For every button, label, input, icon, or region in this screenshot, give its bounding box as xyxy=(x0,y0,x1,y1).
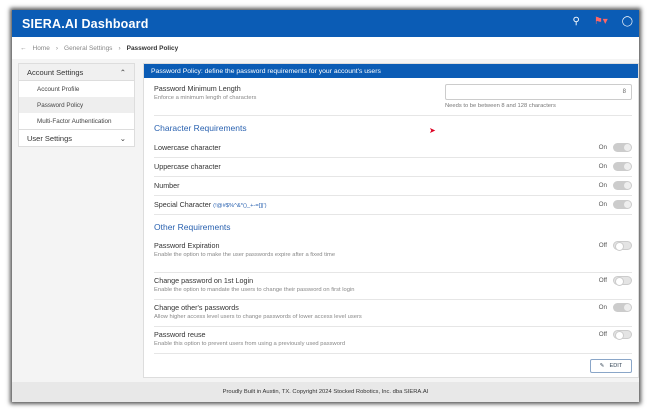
min-length-row: Password Minimum Length Enforce a minimum… xyxy=(154,78,632,116)
chevron-right-icon: › xyxy=(118,44,121,52)
requirement-label: Password Expiration xyxy=(154,241,220,250)
toggle-state-label: On xyxy=(598,201,607,208)
toggle-state-label: On xyxy=(598,304,607,311)
toggle-switch[interactable] xyxy=(613,303,632,312)
min-length-input[interactable]: 8 xyxy=(445,84,632,100)
other-requirement-row: Password reuse Enable this option to prev… xyxy=(154,327,632,354)
app-title: SIERA.AI Dashboard xyxy=(22,16,149,31)
toggle-state-label: Off xyxy=(598,277,607,284)
requirement-label: Lowercase character xyxy=(154,143,221,152)
breadcrumb-general-settings[interactable]: General Settings xyxy=(64,45,112,52)
edit-button[interactable]: ✎ EDIT xyxy=(590,359,632,373)
panel-banner: Password Policy: define the password req… xyxy=(144,64,638,78)
breadcrumb-current: Password Policy xyxy=(126,44,179,52)
chevron-right-icon: › xyxy=(55,44,59,52)
character-requirement-row: Uppercase character On xyxy=(154,158,632,177)
footer: Proudly Built in Austin, TX. Copyright 2… xyxy=(12,382,639,402)
toggle-switch[interactable] xyxy=(613,276,632,286)
requirement-desc: Enable the option to mandate the users t… xyxy=(154,287,355,293)
requirement-label: Change other's passwords xyxy=(154,303,239,312)
breadcrumb: ← Home › General Settings › Password Polic… xyxy=(12,37,639,59)
mouse-cursor-icon: ➤ xyxy=(429,126,436,135)
toggle-switch[interactable] xyxy=(613,241,632,251)
requirement-label: Change password on 1st Login xyxy=(154,276,254,285)
toggle-state-label: Off xyxy=(598,331,607,338)
toggle-state-label: Off xyxy=(598,242,607,249)
min-length-label: Password Minimum Length xyxy=(154,84,241,93)
help-icon[interactable]: ◯ xyxy=(622,16,633,27)
character-requirement-row: Lowercase character On xyxy=(154,139,632,158)
toggle-switch[interactable] xyxy=(613,200,632,209)
requirement-desc: Enable this option to prevent users from… xyxy=(154,341,346,347)
sidebar-section-user-settings[interactable]: User Settings ⌄ xyxy=(19,129,134,146)
toggle-switch[interactable] xyxy=(613,162,632,171)
other-requirement-row: Change password on 1st Login Enable the o… xyxy=(154,273,632,300)
toggle-state-label: On xyxy=(598,163,607,170)
chevron-up-icon: ⌃ xyxy=(119,67,126,77)
requirement-label: Password reuse xyxy=(154,330,206,339)
lightbulb-icon[interactable]: ⚲ xyxy=(572,16,579,27)
edit-label: EDIT xyxy=(609,363,623,369)
section-label: Account Settings xyxy=(27,67,84,77)
requirement-label: Number xyxy=(154,181,180,190)
password-policy-panel: Password Policy: define the password req… xyxy=(143,63,639,378)
back-arrow-icon[interactable]: ← xyxy=(20,45,27,52)
sidebar-item-password-policy[interactable]: Password Policy xyxy=(19,97,134,113)
edit-icon: ✎ xyxy=(599,363,605,369)
sidebar-section-account-settings[interactable]: Account Settings ⌃ xyxy=(19,64,134,81)
character-requirement-row: Special Character (!@#$%^&*()_+-=[]|') On xyxy=(154,196,632,215)
toggle-state-label: On xyxy=(598,144,607,151)
toggle-state-label: On xyxy=(598,182,607,189)
min-length-desc: Enforce a minimum length of characters xyxy=(154,95,257,101)
other-requirements-heading: Other Requirements xyxy=(154,222,231,232)
other-requirement-row: Change other's passwords Allow higher acc… xyxy=(154,300,632,327)
sidebar-item-mfa[interactable]: Multi-Factor Authentication xyxy=(19,113,134,129)
breadcrumb-home[interactable]: Home xyxy=(33,45,50,52)
requirement-label: Uppercase character xyxy=(154,162,221,171)
section-label: User Settings xyxy=(27,133,73,143)
min-length-hint: Needs to be between 8 and 128 characters xyxy=(445,103,556,109)
top-bar: SIERA.AI Dashboard ⚲ ⚑▾ ◯ xyxy=(12,10,639,37)
toggle-switch[interactable] xyxy=(613,143,632,152)
chevron-down-icon: ⌄ xyxy=(119,133,126,143)
sidebar-item-account-profile[interactable]: Account Profile xyxy=(19,81,134,97)
flag-icon[interactable]: ⚑▾ xyxy=(594,16,608,27)
special-characters: (!@#$%^&*()_+-=[]|') xyxy=(213,203,267,209)
toggle-switch[interactable] xyxy=(613,181,632,190)
requirement-desc: Allow higher access level users to chang… xyxy=(154,314,362,320)
toggle-switch[interactable] xyxy=(613,330,632,340)
other-requirement-row: Password Expiration Enable the option to … xyxy=(154,238,632,273)
sidebar: Account Settings ⌃ Account Profile Passwo… xyxy=(18,63,135,147)
character-requirement-row: Number On xyxy=(154,177,632,196)
app-window: SIERA.AI Dashboard ⚲ ⚑▾ ◯ ← Home › Genera… xyxy=(12,10,639,402)
requirement-label: Special Character xyxy=(154,200,212,209)
character-requirements-heading: Character Requirements xyxy=(154,123,247,133)
requirement-desc: Enable the option to make the user passw… xyxy=(154,252,336,258)
